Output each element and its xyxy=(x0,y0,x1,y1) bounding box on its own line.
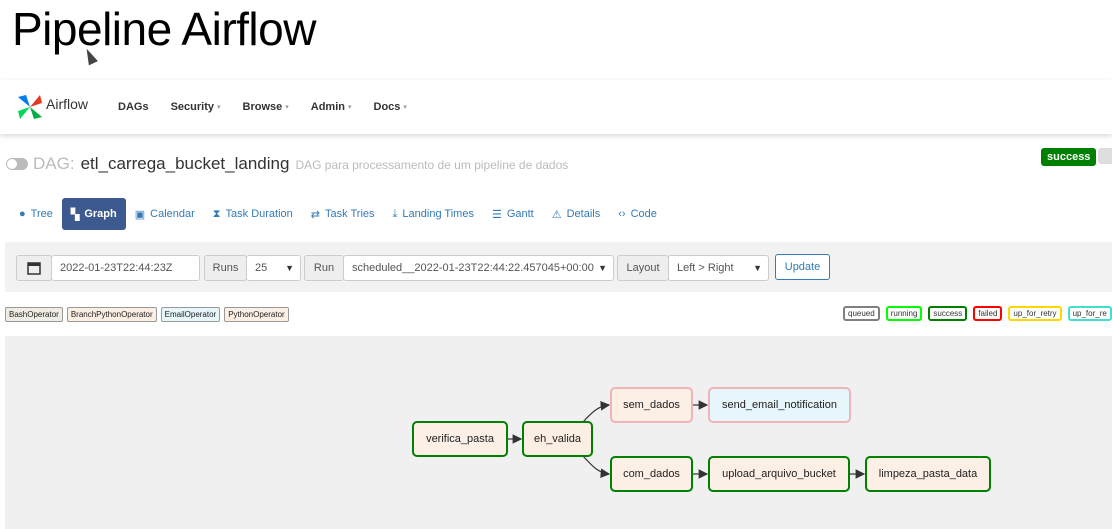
dag-status-badge: success xyxy=(1041,148,1097,166)
task-node-com-dados[interactable]: com_dados xyxy=(610,456,693,492)
dag-graph: verifica_pasta eh_valida sem_dados send_… xyxy=(5,336,1112,529)
run-label: Run xyxy=(304,255,344,281)
retry-icon: ⇄ xyxy=(310,208,321,221)
nav-docs[interactable]: Docs ▾ xyxy=(374,101,407,113)
calendar-icon xyxy=(27,262,41,275)
tab-gantt[interactable]: ☰ Gantt xyxy=(483,198,543,230)
tab-graph[interactable]: ▚ Graph xyxy=(61,198,126,230)
dag-description: DAG para processamento de um pipeline de… xyxy=(295,158,569,172)
calendar-picker-button[interactable] xyxy=(16,255,52,281)
details-icon: ⚠ xyxy=(551,208,562,221)
base-date-input[interactable]: 2022-01-23T22:44:23Z xyxy=(51,255,200,281)
layout-label: Layout xyxy=(617,255,669,281)
caret-down-icon: ▾ xyxy=(348,104,352,111)
navbar: Airflow DAGs Security ▾ Browse ▾ Admin ▾ Do… xyxy=(0,80,1112,134)
chevron-down-icon: ▼ xyxy=(598,263,607,273)
tab-tree[interactable]: ● Tree xyxy=(10,198,62,230)
airflow-pinwheel-icon xyxy=(18,95,42,119)
task-node-send-email-notification[interactable]: send_email_notification xyxy=(708,387,851,423)
dag-header: DAG: etl_carrega_bucket_landing DAG para… xyxy=(6,154,568,174)
landing-icon: ⤓ xyxy=(392,207,398,220)
operator-legend: BashOperator BranchPythonOperator EmailO… xyxy=(5,307,293,322)
legend-email-operator: EmailOperator xyxy=(160,307,221,322)
view-tabs: ● Tree ▚ Graph ▣ Calendar ⧗ Task Duration ⇄ T… xyxy=(10,198,666,230)
chevron-down-icon: ▼ xyxy=(753,263,762,273)
layout-select[interactable]: Left > Right ▼ xyxy=(668,255,769,281)
state-failed[interactable]: failed xyxy=(973,306,1003,321)
dag-pause-toggle[interactable] xyxy=(6,158,28,170)
brand-name: Airflow xyxy=(46,96,89,112)
chevron-down-icon: ▼ xyxy=(285,263,294,273)
tab-code[interactable]: ‹› Code xyxy=(609,198,666,230)
gantt-icon: ☰ xyxy=(491,208,502,221)
dag-name[interactable]: etl_carrega_bucket_landing xyxy=(81,154,290,174)
state-running[interactable]: running xyxy=(885,306,923,321)
state-up-for-retry[interactable]: up_for_retry xyxy=(1008,306,1062,321)
edge-eh-valida-sem-dados xyxy=(582,401,611,423)
task-node-upload-arquivo-bucket[interactable]: upload_arquivo_bucket xyxy=(708,456,850,492)
edge-eh-valida-com-dados xyxy=(582,455,611,478)
task-node-sem-dados[interactable]: sem_dados xyxy=(610,387,693,423)
tab-task-duration[interactable]: ⧗ Task Duration xyxy=(204,198,302,230)
legend-bash-operator: BashOperator xyxy=(5,307,63,322)
nav-admin[interactable]: Admin ▾ xyxy=(311,101,352,113)
task-node-eh-valida[interactable]: eh_valida xyxy=(522,421,593,457)
next-badge xyxy=(1098,148,1112,164)
hourglass-icon: ⧗ xyxy=(212,207,221,220)
caret-down-icon: ▾ xyxy=(216,104,221,111)
tab-calendar[interactable]: ▣ Calendar xyxy=(126,198,204,230)
task-node-verifica-pasta[interactable]: verifica_pasta xyxy=(412,421,508,457)
state-queued[interactable]: queued xyxy=(843,306,880,321)
caret-down-icon: ▾ xyxy=(285,104,289,111)
run-select[interactable]: scheduled__2022-01-23T22:44:22.457045+00… xyxy=(343,255,614,281)
runs-select[interactable]: 25 ▼ xyxy=(246,255,301,281)
caret-down-icon: ▾ xyxy=(403,104,407,111)
tree-icon: ● xyxy=(19,208,26,220)
dag-prefix: DAG: xyxy=(33,154,75,173)
tab-details[interactable]: ⚠ Details xyxy=(543,198,610,230)
state-legend: queued running success failed up_for_ret… xyxy=(843,306,1112,321)
nav-security[interactable]: Security ▾ xyxy=(171,101,221,113)
page-title: Pipeline Airflow xyxy=(12,3,316,55)
legend-python-operator: PythonOperator xyxy=(224,307,289,322)
code-icon: ‹› xyxy=(618,208,626,220)
legend-branch-python-operator: BranchPythonOperator xyxy=(66,307,157,322)
runs-label: Runs xyxy=(204,255,247,281)
nav-dags[interactable]: DAGs xyxy=(118,101,149,113)
nav-browse[interactable]: Browse ▾ xyxy=(243,101,289,113)
tab-task-tries[interactable]: ⇄ Task Tries xyxy=(302,198,384,230)
tab-landing-times[interactable]: ⤓ Landing Times xyxy=(384,198,483,230)
graph-form: 2022-01-23T22:44:23Z Runs 25 ▼ Run schedu… xyxy=(5,242,1112,292)
brand-logo[interactable]: Airflow xyxy=(16,93,88,121)
update-button[interactable]: Update xyxy=(775,254,830,280)
calendar-icon: ▣ xyxy=(134,208,146,221)
graph-icon: ▚ xyxy=(70,208,80,221)
state-up-for-reschedule[interactable]: up_for_re xyxy=(1067,306,1112,321)
task-node-limpeza-pasta-data[interactable]: limpeza_pasta_data xyxy=(865,456,991,492)
state-success[interactable]: success xyxy=(928,306,968,321)
